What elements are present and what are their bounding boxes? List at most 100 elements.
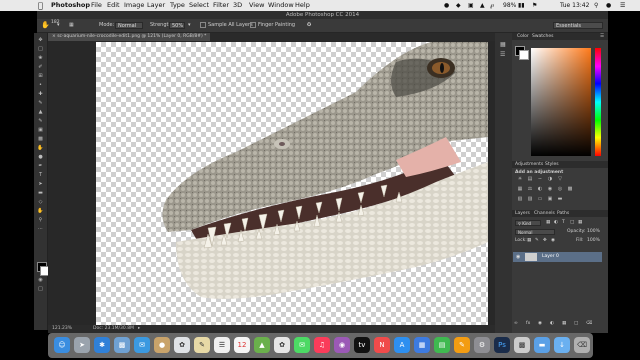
photo-filter-icon[interactable]: ◉	[547, 187, 553, 192]
type-tool-icon[interactable]: T	[37, 172, 44, 178]
brush-tool-icon[interactable]: ✎	[37, 100, 44, 106]
quick-mask-icon[interactable]: ◉	[37, 277, 44, 283]
strength-slider-icon[interactable]: ▾	[188, 19, 191, 32]
history-panel-icon[interactable]: ▦	[500, 41, 506, 48]
opacity-value[interactable]: 100%	[587, 229, 600, 235]
app-menu[interactable]: Photoshop	[51, 0, 90, 11]
wifi-icon[interactable]: ▲	[480, 0, 485, 11]
exposure-icon[interactable]: ◑	[547, 177, 553, 182]
smudge-tool-icon-active[interactable]: ✋	[37, 145, 44, 151]
properties-panel-icon[interactable]: ☰	[500, 51, 505, 58]
keynote-icon[interactable]: ▦	[414, 337, 430, 353]
more-tools-icon[interactable]: ⋯	[37, 226, 44, 232]
layer-mask-icon[interactable]: ◉	[538, 321, 542, 327]
crop-tool-icon[interactable]: ⊞	[37, 73, 44, 79]
brush-preset-icon[interactable]: ▾	[57, 19, 60, 32]
menu-select[interactable]: Select	[189, 0, 209, 11]
panel-menu-icon[interactable]: ☰	[600, 34, 604, 40]
channel-mixer-icon[interactable]: ◎	[557, 187, 563, 192]
mail-icon[interactable]: ✉	[134, 337, 150, 353]
layer-style-icon[interactable]: fx	[526, 321, 530, 327]
photoshop-icon[interactable]: Ps	[494, 337, 510, 353]
notification-center-icon[interactable]: ☰	[620, 0, 625, 11]
messages-icon[interactable]: ✉	[294, 337, 310, 353]
new-adjustment-layer-icon[interactable]: ◐	[550, 321, 554, 327]
calendar-icon[interactable]: 12	[234, 337, 250, 353]
filter-shape-icon[interactable]: □	[570, 220, 574, 226]
filter-smart-object-icon[interactable]: ▦	[578, 220, 582, 226]
hue-saturation-icon[interactable]: ▦	[517, 187, 523, 192]
brightness-contrast-icon[interactable]: ☀	[517, 177, 523, 182]
invert-icon[interactable]: ▧	[517, 197, 523, 202]
lasso-tool-icon[interactable]: ❀	[37, 55, 44, 61]
downloads-folder-icon[interactable]: ↓	[554, 337, 570, 353]
zoom-level[interactable]: 121.23%	[52, 325, 72, 333]
link-layers-icon[interactable]: ∞	[514, 321, 518, 327]
menu-layer[interactable]: Layer	[147, 0, 165, 11]
numbers-icon[interactable]: ▤	[434, 337, 450, 353]
pages-icon[interactable]: ✎	[454, 337, 470, 353]
bluetooth-icon[interactable]: ℘	[490, 0, 494, 11]
layer-row[interactable]: ◉ Layer 0	[513, 252, 602, 262]
eraser-tool-icon[interactable]: ▣	[37, 127, 44, 133]
folder-icon[interactable]: ▬	[534, 337, 550, 353]
color-lookup-icon[interactable]: ▩	[567, 187, 573, 192]
flag-icon[interactable]: ⚑	[532, 0, 537, 11]
new-layer-icon[interactable]: □	[574, 321, 578, 327]
maps-icon[interactable]: ▲	[254, 337, 270, 353]
tab-styles[interactable]: Styles	[545, 162, 559, 168]
black-white-icon[interactable]: ◐	[537, 187, 543, 192]
screen-mode-icon[interactable]: □	[37, 286, 44, 292]
fill-value[interactable]: 100%	[587, 238, 600, 244]
layer-filter-kind[interactable]: ⚲ Kind	[515, 220, 541, 226]
selective-color-icon[interactable]: ▣	[547, 197, 553, 202]
tab-color[interactable]: Color	[517, 34, 529, 40]
menu-image[interactable]: Image	[124, 0, 144, 11]
healing-brush-tool-icon[interactable]: ✚	[37, 91, 44, 97]
status-menu-icon[interactable]: ▸	[138, 325, 140, 333]
menu-filter[interactable]: Filter	[213, 0, 229, 11]
launchpad-icon[interactable]: ➤	[74, 337, 90, 353]
menu-3d[interactable]: 3D	[233, 0, 242, 11]
hue-slider[interactable]	[595, 48, 601, 156]
document-canvas[interactable]	[96, 42, 488, 325]
workspace-switcher[interactable]: Essentials	[553, 22, 603, 29]
menu-window[interactable]: Window	[268, 0, 294, 11]
filter-pixel-icon[interactable]: ▦	[546, 220, 550, 226]
photos-icon[interactable]: ✿	[174, 337, 190, 353]
color-panel-background[interactable]	[519, 50, 529, 60]
clock[interactable]: Tue 13:42	[560, 0, 589, 11]
path-selection-tool-icon[interactable]: ➤	[37, 181, 44, 187]
document-tab[interactable]: × sc-aquarium-nile-crocodile-edit1.png @…	[48, 33, 211, 41]
pen-tool-icon[interactable]: ✒	[37, 163, 44, 169]
threshold-icon[interactable]: ▭	[537, 197, 543, 202]
blend-mode-select[interactable]: Normal	[515, 229, 555, 235]
creative-cloud-icon[interactable]: ●	[444, 0, 449, 11]
preview2-icon[interactable]: ▩	[514, 337, 530, 353]
tab-channels[interactable]: Channels	[534, 211, 555, 217]
menu-file[interactable]: File	[91, 0, 102, 11]
history-brush-tool-icon[interactable]: ✎	[37, 118, 44, 124]
podcasts-icon[interactable]: ◉	[334, 337, 350, 353]
vibrance-icon[interactable]: ▽	[557, 177, 563, 182]
lock-pixels-icon[interactable]: ✎	[535, 238, 539, 244]
tab-paths[interactable]: Paths	[557, 211, 569, 217]
zoom-tool-icon[interactable]: ⚲	[37, 217, 44, 223]
trash-icon[interactable]: ⌫	[574, 337, 590, 353]
tv-icon[interactable]: tv	[354, 337, 370, 353]
gradient-tool-icon[interactable]: ▩	[37, 136, 44, 142]
filter-type-icon[interactable]: T	[562, 220, 565, 226]
delete-layer-icon[interactable]: ⌫	[586, 321, 592, 327]
marquee-tool-icon[interactable]: □	[37, 46, 44, 52]
tab-adjustments[interactable]: Adjustments	[515, 162, 543, 168]
notes-icon[interactable]: ✎	[194, 337, 210, 353]
smudge-tool-icon[interactable]: ✋	[41, 19, 50, 32]
strength-input[interactable]: 50%	[169, 22, 185, 29]
color-balance-icon[interactable]: ⚖	[527, 187, 533, 192]
dropbox-icon[interactable]: ◆	[456, 0, 461, 11]
sample-all-layers-checkbox[interactable]: Sample All Layers	[200, 19, 253, 32]
hand-tool-icon[interactable]: ✋	[37, 208, 44, 214]
safari-icon[interactable]: ✱	[94, 337, 110, 353]
tab-swatches[interactable]: Swatches	[532, 34, 554, 40]
lock-all-icon[interactable]: ◉	[551, 238, 555, 244]
